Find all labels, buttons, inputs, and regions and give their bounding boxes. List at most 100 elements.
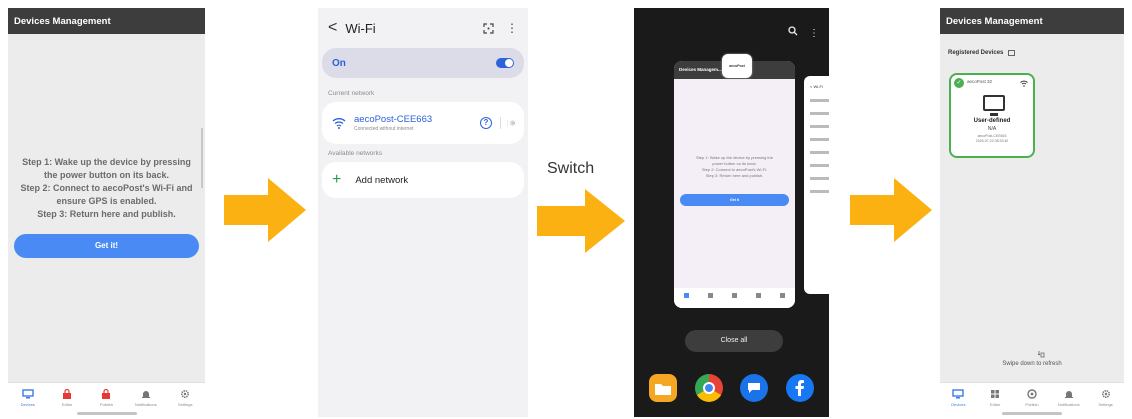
section-label: Current network <box>328 90 375 97</box>
gear-icon <box>181 389 190 399</box>
swipe-hint: Swipe down to refresh <box>1002 361 1062 367</box>
recent-app-nav <box>674 288 795 308</box>
switch-label: Switch <box>547 160 595 177</box>
instruction-line: Step 3: Return here and publish. <box>37 209 176 219</box>
recent-app-instructions: Step 1: Wake up the device by pressing t… <box>674 155 795 179</box>
instruction-line: the power button on its back. <box>43 170 169 180</box>
recent-wifi-list <box>804 99 829 193</box>
setup-instructions: Step 1: Wake up the device by pressing t… <box>8 156 205 221</box>
device-date: 2025-07-22 08:33:40 <box>975 139 1009 143</box>
folder-icon <box>654 383 671 395</box>
network-info: aecoPost-CEE663 Connected without intern… <box>348 114 480 132</box>
nav-thumb-icon <box>731 293 737 298</box>
device-type: User-defined <box>973 118 1011 124</box>
qr-scan-icon[interactable] <box>483 22 494 34</box>
nav-label: Publish <box>1025 402 1039 407</box>
info-icon[interactable]: ? <box>480 117 492 129</box>
device-details: aecoPost-CEE663 2025-07-22 08:33:40 <box>951 134 1033 144</box>
list-item <box>810 177 829 180</box>
bell-icon <box>141 391 150 398</box>
list-item <box>810 151 829 154</box>
instruction-line: Step 2: Connect to aecoPost's Wi-Fi and <box>20 183 193 193</box>
wifi-icon <box>332 118 346 129</box>
device-name: aecoPost 32 <box>967 79 993 84</box>
instruction-line: ensure GPS is enabled. <box>56 196 157 206</box>
check-icon: ✓ <box>954 78 964 88</box>
add-network-label: Add network <box>355 174 409 186</box>
get-it-button[interactable]: Get it! <box>14 234 199 258</box>
nav-label: Devices <box>20 402 35 407</box>
arrow-right-icon <box>224 178 306 242</box>
more-options-icon[interactable]: ⋮ <box>506 21 518 35</box>
current-network-row[interactable]: aecoPost-CEE663 Connected without intern… <box>322 102 524 144</box>
wifi-toggle-label: On <box>332 57 346 69</box>
nav-settings[interactable]: Settings <box>1092 389 1120 417</box>
list-item <box>810 112 829 115</box>
list-item <box>810 190 829 193</box>
chat-bubble-icon <box>748 383 761 393</box>
wifi-toggle-row[interactable]: On <box>322 48 524 78</box>
nav-thumb-icon <box>683 293 689 298</box>
network-status: Connected without internet <box>354 126 414 132</box>
device-status: N/A <box>987 126 997 132</box>
network-name: aecoPost-CEE663 <box>354 114 433 125</box>
list-item <box>810 164 829 167</box>
nav-label: Editor <box>989 402 1001 407</box>
facebook-app-icon[interactable] <box>786 374 815 402</box>
facebook-f-icon <box>795 380 805 396</box>
arrow-right-icon <box>537 189 625 253</box>
instruction-line: Step 1: Wake up the device by pressing <box>22 157 191 167</box>
app-title: Devices Management <box>8 8 205 34</box>
page-title: Wi-Fi <box>345 20 376 36</box>
back-icon[interactable]: < <box>328 19 337 37</box>
registered-header: Registered Devices <box>940 34 1124 56</box>
home-indicator <box>1002 412 1062 415</box>
recent-app-button: Get it <box>680 194 789 206</box>
instruction-line: Step 3: Return here and publish. <box>705 173 764 178</box>
search-icon[interactable] <box>788 26 798 36</box>
messages-app-icon[interactable] <box>740 374 769 402</box>
list-icon[interactable] <box>1008 50 1016 56</box>
lock-icon <box>63 389 72 399</box>
phone-screen-devices-empty: Devices Management Step 1: Wake up the d… <box>8 8 205 417</box>
close-all-button[interactable]: Close all <box>685 330 783 352</box>
publish-icon <box>1027 389 1037 399</box>
recent-app-card[interactable]: Devices Managem... Step 1: Wake up the d… <box>674 61 795 308</box>
swipe-hand-icon <box>1037 351 1045 358</box>
phone-screen-wifi-settings: < Wi-Fi ⋮ On Current network aecoPost-CE… <box>318 8 528 417</box>
chrome-center-icon <box>702 382 715 394</box>
bell-icon <box>1064 391 1073 398</box>
more-options-icon[interactable]: ⋮ <box>809 28 819 39</box>
grid-icon <box>991 390 1000 398</box>
recents-toolbar: ⋮ <box>788 26 819 39</box>
nav-thumb-icon <box>707 293 713 298</box>
nav-devices[interactable]: Devices <box>14 389 42 417</box>
arrow-right-icon <box>850 178 932 242</box>
app-logo-badge[interactable]: aecoPost <box>722 54 752 78</box>
gear-icon <box>1101 389 1110 399</box>
wifi-toggle-switch[interactable] <box>496 58 514 68</box>
nav-thumb-icon <box>756 293 762 298</box>
home-indicator <box>76 412 137 415</box>
monitor-icon <box>983 95 1005 116</box>
devices-icon <box>21 389 34 399</box>
app-title: Devices Management <box>940 8 1124 34</box>
phone-screen-devices-registered: Devices Management Registered Devices ✓ … <box>940 8 1124 417</box>
wifi-icon <box>1020 80 1028 87</box>
list-item <box>810 138 829 141</box>
plus-icon: + <box>332 171 342 188</box>
registered-label: Registered Devices <box>948 50 1004 56</box>
nav-label: Notifications <box>1057 402 1080 407</box>
recent-wifi-card[interactable]: < Wi-Fi <box>804 76 829 294</box>
nav-settings[interactable]: Settings <box>171 389 199 417</box>
phone-screen-recent-apps: ⋮ Devices Managem... Step 1: Wake up the… <box>634 8 829 417</box>
gear-icon[interactable] <box>500 117 516 129</box>
chrome-app-icon[interactable] <box>694 374 723 402</box>
app-dock <box>634 374 829 402</box>
nav-devices[interactable]: Devices <box>944 389 972 417</box>
nav-label: Devices <box>951 402 966 407</box>
add-network-row[interactable]: + Add network <box>322 162 524 198</box>
folder-app-icon[interactable] <box>648 374 677 402</box>
device-card[interactable]: ✓ aecoPost 32 User-defined N/A aecoPost-… <box>949 73 1035 158</box>
lock-icon <box>102 389 111 399</box>
